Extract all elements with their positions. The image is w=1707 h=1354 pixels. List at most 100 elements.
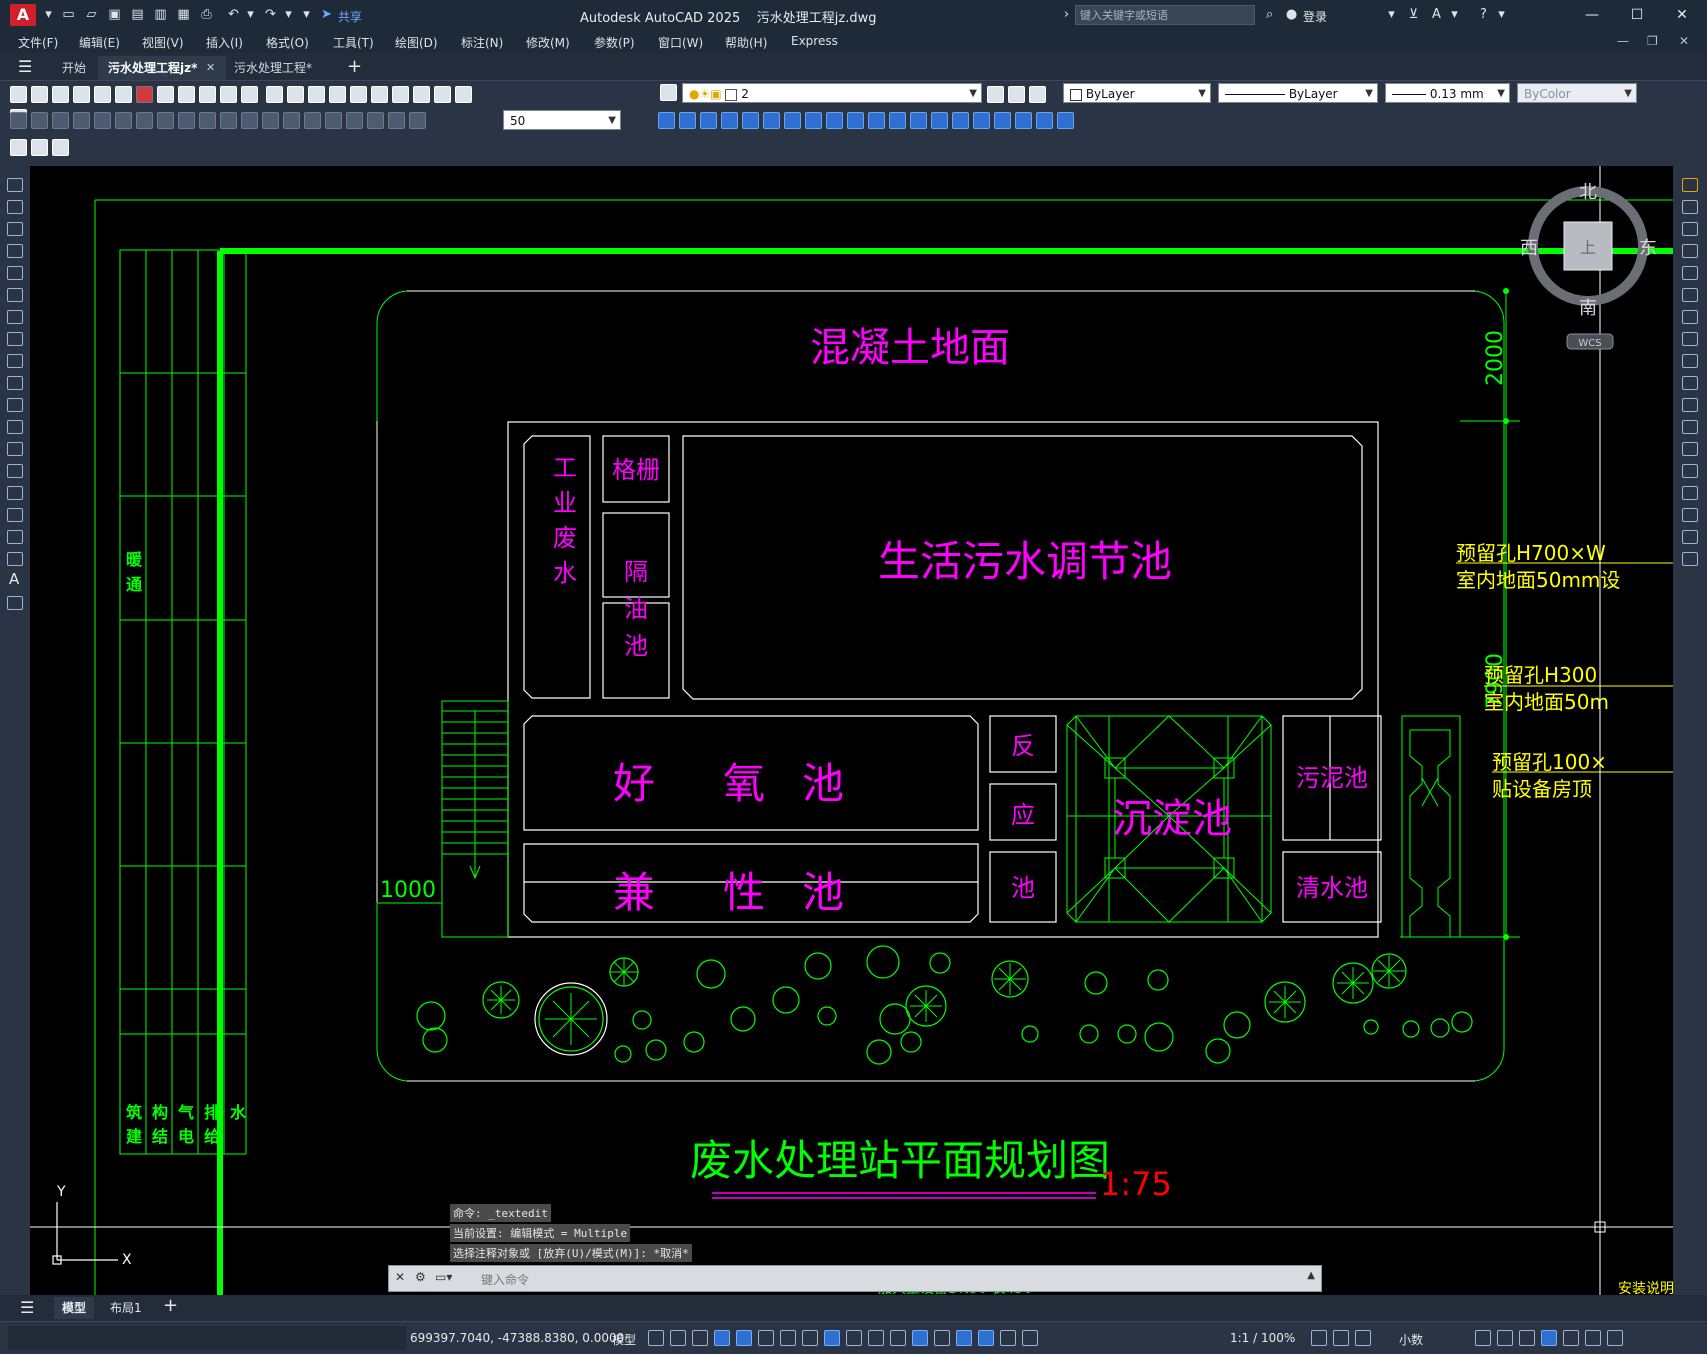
osnap-icon[interactable]	[824, 1330, 840, 1346]
command-customize-icon[interactable]: ⚙	[415, 1270, 426, 1284]
viewcube-north[interactable]: 北	[1579, 182, 1597, 203]
blend-tool-icon[interactable]	[1682, 530, 1698, 544]
login-link[interactable]: 登录	[1303, 8, 1327, 25]
tab-start[interactable]: 开始	[52, 56, 96, 80]
layer-iso-icon[interactable]	[31, 139, 48, 156]
baseline-dim-icon[interactable]	[199, 112, 216, 129]
search-input[interactable]: 键入关键字或短语	[1075, 5, 1255, 25]
new-layout-plus-icon[interactable]: +	[163, 1295, 178, 1316]
quick-dim-icon[interactable]	[178, 112, 195, 129]
point-icon[interactable]	[7, 464, 23, 478]
publish-icon[interactable]	[115, 86, 132, 103]
open-file-icon[interactable]: ▱	[83, 7, 100, 23]
rotate-tool-icon[interactable]	[1682, 310, 1698, 324]
autocad-logo-icon[interactable]: A	[10, 4, 36, 26]
angular-dim-icon[interactable]	[157, 112, 174, 129]
menu-parametric[interactable]: 参数(P)	[594, 34, 635, 51]
ordinate-dim-icon[interactable]	[73, 112, 90, 129]
linear-dim-icon[interactable]	[10, 112, 27, 129]
customize-qat-icon[interactable]: ▾	[298, 7, 315, 23]
dim-scale-dropdown[interactable]: 50 ▼	[503, 110, 621, 130]
fillet-tool-icon[interactable]	[1682, 508, 1698, 522]
rotate-icon[interactable]	[784, 112, 801, 129]
chamfer-icon[interactable]	[931, 112, 948, 129]
copy-tool-icon[interactable]	[1682, 200, 1698, 214]
layouts-menu-icon[interactable]: ☰	[20, 1298, 34, 1317]
break-point-icon[interactable]	[1682, 420, 1698, 434]
menu-edit[interactable]: 编辑(E)	[79, 34, 120, 51]
extend-icon[interactable]	[868, 112, 885, 129]
menu-draw[interactable]: 绘图(D)	[395, 34, 438, 51]
layer-walk-icon[interactable]	[10, 139, 27, 156]
region-icon[interactable]	[7, 530, 23, 544]
zoom-realtime-icon[interactable]	[328, 86, 346, 103]
wcs-label[interactable]: WCS	[1578, 338, 1601, 349]
polar-icon[interactable]	[758, 1330, 774, 1346]
make-current-icon[interactable]	[987, 86, 1004, 103]
explode-icon[interactable]	[994, 112, 1011, 129]
linetype-dropdown[interactable]: ByLayer ▼	[1218, 83, 1378, 103]
match-prop-icon[interactable]	[220, 86, 237, 103]
zoom-previous-icon[interactable]	[370, 86, 388, 103]
save-as-icon[interactable]: ▤	[129, 7, 146, 23]
ellipse-arc-icon[interactable]	[7, 398, 23, 412]
layer-manager-icon[interactable]	[660, 84, 677, 102]
plot-icon[interactable]: ⎙	[198, 7, 215, 23]
isodraft-icon[interactable]	[780, 1330, 796, 1346]
menu-format[interactable]: 格式(O)	[266, 34, 309, 51]
lineweight-dropdown[interactable]: 0.13 mm ▼	[1385, 83, 1510, 103]
transparency-icon[interactable]	[868, 1330, 884, 1346]
plotstyle-dropdown[interactable]: ByColor ▼	[1517, 83, 1637, 103]
tab-model[interactable]: 模型	[54, 1297, 95, 1319]
drawing-canvas[interactable]: 暖 通 建 筑 结 构 电 气 给 排 水 混凝土地面 工业废水 格栅 隔油池 …	[30, 166, 1673, 1295]
save-web-icon[interactable]: ▦	[175, 7, 192, 23]
group-icon[interactable]	[1036, 112, 1053, 129]
menu-help[interactable]: 帮助(H)	[725, 34, 767, 51]
tab-file[interactable]: 污水处理工程*	[224, 56, 322, 80]
trim-icon[interactable]	[847, 112, 864, 129]
spline-icon[interactable]	[7, 354, 23, 368]
viewcube-east[interactable]: 东	[1639, 238, 1657, 259]
ellipse-icon[interactable]	[7, 376, 23, 390]
insert-block-icon[interactable]	[7, 420, 23, 434]
dynamic-input-icon[interactable]	[714, 1330, 730, 1346]
dim-update-icon[interactable]	[409, 112, 426, 129]
doc-close-button[interactable]: ✕	[1679, 34, 1689, 48]
stretch-icon[interactable]	[826, 112, 843, 129]
undo-dropdown-icon[interactable]: ▾	[242, 7, 259, 23]
save-icon[interactable]: ▣	[106, 7, 123, 23]
snap-icon[interactable]	[670, 1330, 686, 1346]
help-icon[interactable]: ?	[1475, 7, 1492, 23]
table-icon[interactable]	[7, 552, 23, 566]
polyline-icon[interactable]	[7, 222, 23, 236]
grid-icon[interactable]	[648, 1330, 664, 1346]
menu-tools[interactable]: 工具(T)	[333, 34, 374, 51]
color-dropdown[interactable]: ByLayer ▼	[1063, 83, 1211, 103]
command-history-toggle-icon[interactable]: ▲	[1307, 1270, 1315, 1281]
join-icon[interactable]	[910, 112, 927, 129]
infer-icon[interactable]	[692, 1330, 708, 1346]
break-tool-icon[interactable]	[1682, 442, 1698, 456]
maximize-button[interactable]: ☐	[1622, 4, 1652, 26]
close-button[interactable]: ✕	[1667, 4, 1697, 26]
block-editor-icon[interactable]	[241, 86, 258, 103]
share-label[interactable]: 共享	[338, 8, 362, 25]
annotation-monitor-icon[interactable]	[1333, 1330, 1349, 1346]
qnew-icon[interactable]	[10, 86, 27, 103]
calculator-icon[interactable]	[454, 86, 472, 103]
scale-icon[interactable]	[805, 112, 822, 129]
command-line[interactable]: ✕ ⚙ ▭▾ 键入命令 ▲	[388, 1265, 1322, 1292]
menu-dimension[interactable]: 标注(N)	[461, 34, 503, 51]
share-icon[interactable]: ➤	[318, 7, 335, 23]
scale-tool-icon[interactable]	[1682, 332, 1698, 346]
extend-tool-icon[interactable]	[1682, 398, 1698, 412]
construction-line-icon[interactable]	[7, 200, 23, 214]
tab-layout1[interactable]: 布局1	[102, 1297, 150, 1319]
trim-tool-icon[interactable]	[1682, 376, 1698, 390]
gizmo-icon[interactable]	[978, 1330, 994, 1346]
open-web-icon[interactable]: ▥	[152, 7, 169, 23]
mtext-icon[interactable]: A	[9, 570, 19, 588]
zoom-window-icon[interactable]	[349, 86, 367, 103]
cut-icon[interactable]	[157, 86, 174, 103]
hamburger-menu-icon[interactable]: ☰	[18, 57, 32, 76]
